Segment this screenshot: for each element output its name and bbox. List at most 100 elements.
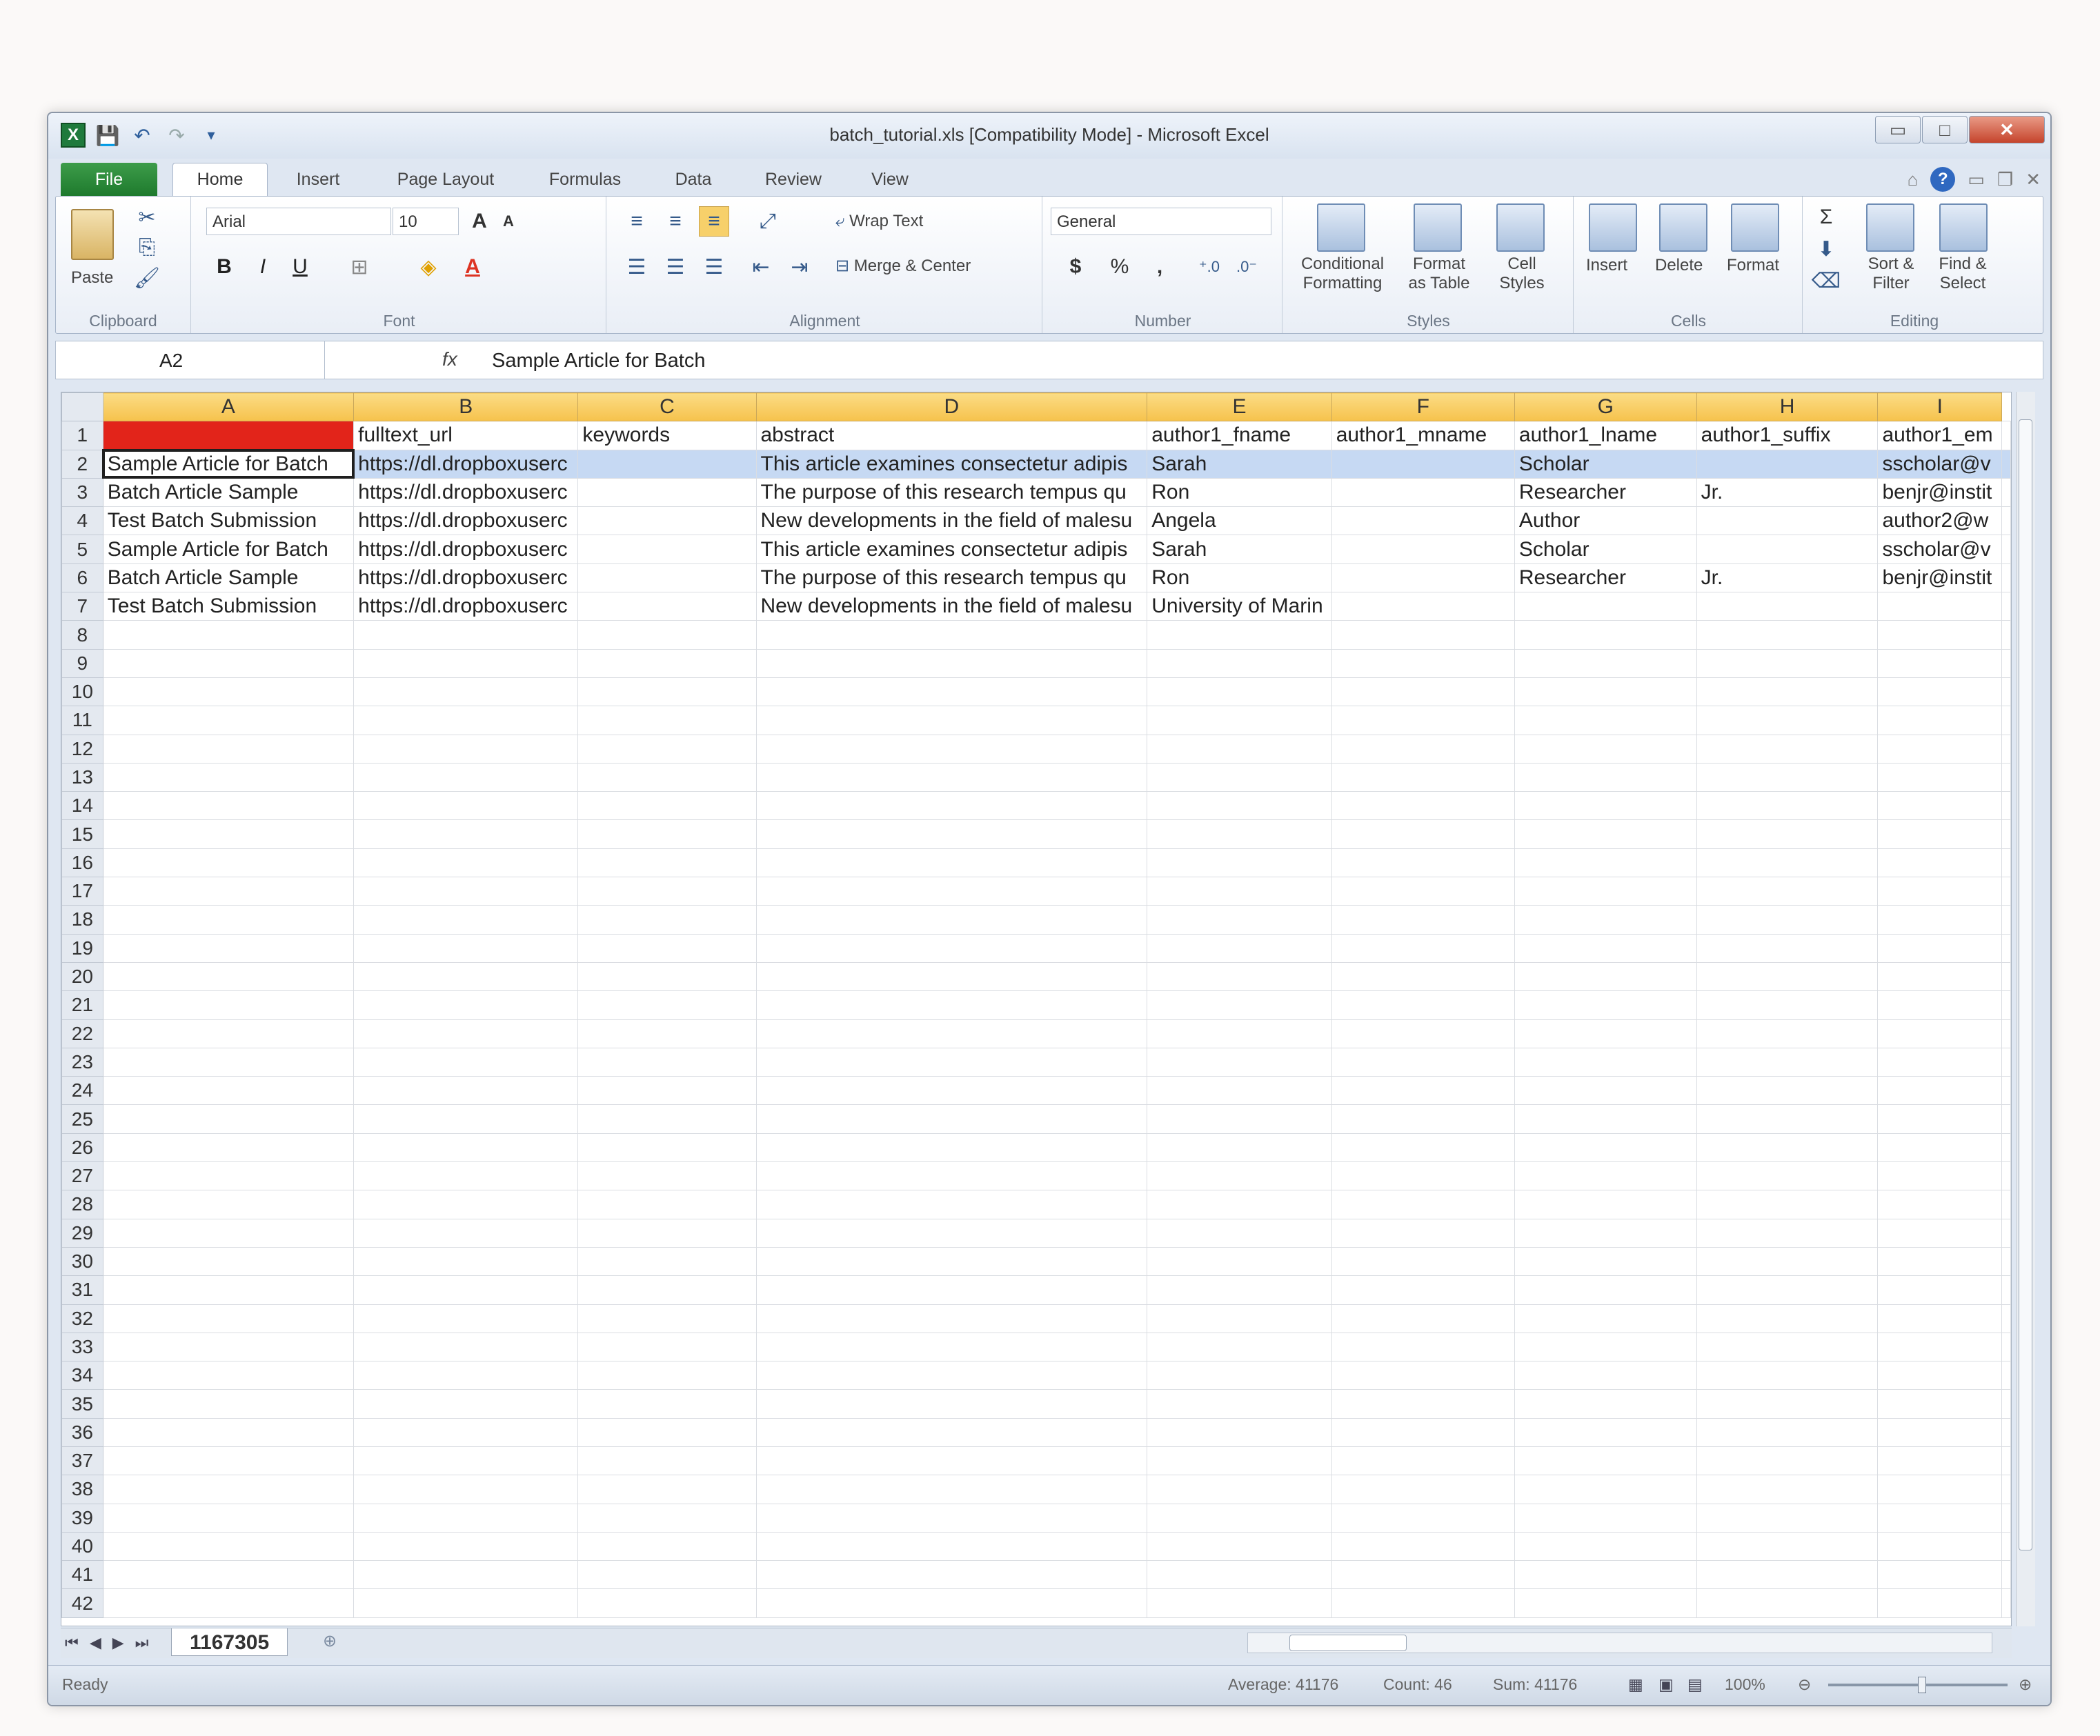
row-header[interactable]: 28 [61,1190,103,1219]
cell[interactable] [102,961,355,992]
cell[interactable] [577,677,757,707]
cell[interactable] [2001,1361,2011,1390]
cell[interactable] [1147,1361,1332,1390]
next-sheet-icon[interactable]: ▶ [112,1634,124,1652]
cell[interactable] [2001,1104,2011,1134]
cell[interactable]: sscholar@v [1877,449,2002,479]
zoom-level[interactable]: 100% [1725,1675,1765,1694]
cell[interactable] [1331,1019,1515,1048]
cell[interactable] [1514,677,1697,707]
row-header[interactable]: 34 [61,1361,103,1390]
row-header[interactable]: 39 [61,1503,103,1533]
cell[interactable] [755,990,1148,1020]
tab-review[interactable]: Review [745,163,842,196]
cell[interactable] [1331,592,1515,621]
cell[interactable]: New developments in the field of malesu [755,592,1148,621]
row-header[interactable]: 18 [61,905,103,935]
cell[interactable] [1331,1246,1515,1277]
cell[interactable] [1147,961,1332,992]
row-header[interactable]: 14 [61,791,103,821]
cell[interactable] [1147,848,1332,878]
zoom-out-icon[interactable]: ⊖ [1798,1675,1811,1694]
format-as-table-button[interactable]: Format as Table [1401,255,1477,293]
format-cells-button[interactable]: Format [1727,256,1779,275]
cell[interactable] [353,819,579,849]
row-header[interactable]: 2 [61,449,103,479]
cell[interactable] [1877,791,2002,821]
cell[interactable] [1877,1190,2002,1219]
decrease-decimal-icon[interactable]: .0⁻ [1231,252,1262,282]
cell[interactable] [1696,535,1879,564]
cell[interactable] [102,1531,355,1562]
row-header[interactable]: 30 [61,1246,103,1277]
cell-styles-icon[interactable] [1496,203,1545,252]
row-header[interactable]: 38 [61,1475,103,1504]
cell[interactable] [353,990,579,1020]
cell[interactable] [1514,620,1697,650]
cell[interactable] [1514,1246,1697,1277]
delete-cells-icon[interactable] [1659,203,1707,252]
cell[interactable]: Angela [1147,506,1332,536]
cell[interactable] [2001,1076,2011,1106]
cell[interactable] [1514,791,1697,821]
row-header[interactable]: 29 [61,1218,103,1248]
cell[interactable] [2001,1389,2011,1419]
cell[interactable] [577,1503,757,1533]
cell[interactable]: Ron [1147,477,1332,508]
row-header[interactable]: 24 [61,1076,103,1106]
comma-button[interactable]: , [1145,252,1175,282]
page-break-view-icon[interactable]: ▤ [1687,1675,1703,1694]
insert-function-icon[interactable]: fx [442,348,457,370]
cell[interactable] [353,1076,579,1106]
cell[interactable] [2001,933,2011,963]
cell[interactable] [353,1588,579,1618]
cell[interactable] [755,677,1148,707]
cell[interactable] [102,1133,355,1163]
cell[interactable] [755,1076,1148,1106]
cell[interactable] [1696,1560,1879,1590]
cell[interactable] [353,877,579,906]
cell[interactable] [102,933,355,963]
cell[interactable] [353,1389,579,1419]
cell[interactable]: fulltext_url [353,421,579,450]
first-sheet-icon[interactable]: ⏮ [65,1634,79,1652]
cell[interactable] [2001,421,2011,450]
cell[interactable] [1331,1531,1515,1562]
cell[interactable] [1877,961,2002,992]
cell[interactable] [1877,620,2002,650]
cell[interactable] [1696,1104,1879,1134]
cell[interactable] [2001,1417,2011,1447]
cell[interactable] [577,477,757,508]
cell[interactable] [1147,1588,1332,1618]
increase-indent-icon[interactable]: ⇥ [784,252,815,282]
cell[interactable] [577,1389,757,1419]
cell[interactable] [1147,620,1332,650]
cell[interactable] [1331,1361,1515,1390]
autosum-icon[interactable]: Σ [1811,202,1841,232]
cell[interactable] [2001,677,2011,707]
cell[interactable] [577,1133,757,1163]
row-header[interactable]: 4 [61,506,103,536]
cell[interactable] [1696,1190,1879,1219]
cell[interactable]: Sarah [1147,449,1332,479]
cell[interactable] [1877,1503,2002,1533]
cell[interactable] [1514,990,1697,1020]
cell[interactable] [2001,648,2011,678]
cell[interactable] [755,1047,1148,1077]
align-right-icon[interactable]: ☰ [699,252,729,282]
minimize-ribbon-icon[interactable]: ⌂ [1908,169,1919,190]
cell[interactable] [1696,1275,1879,1305]
cell[interactable] [102,1246,355,1277]
row-header[interactable]: 1 [61,421,103,450]
cell[interactable] [1514,819,1697,849]
cell[interactable] [1514,1531,1697,1562]
font-size-select[interactable]: 10 [393,208,459,235]
row-header[interactable]: 32 [61,1304,103,1333]
column-header-c[interactable]: C [577,392,757,422]
cell[interactable] [577,449,757,479]
cell[interactable] [1331,819,1515,849]
wrap-text-button[interactable]: ⤶ Wrap Text [835,212,923,231]
sort-filter-icon[interactable] [1866,203,1914,252]
cell[interactable] [1877,1475,2002,1504]
cell[interactable] [577,1304,757,1333]
